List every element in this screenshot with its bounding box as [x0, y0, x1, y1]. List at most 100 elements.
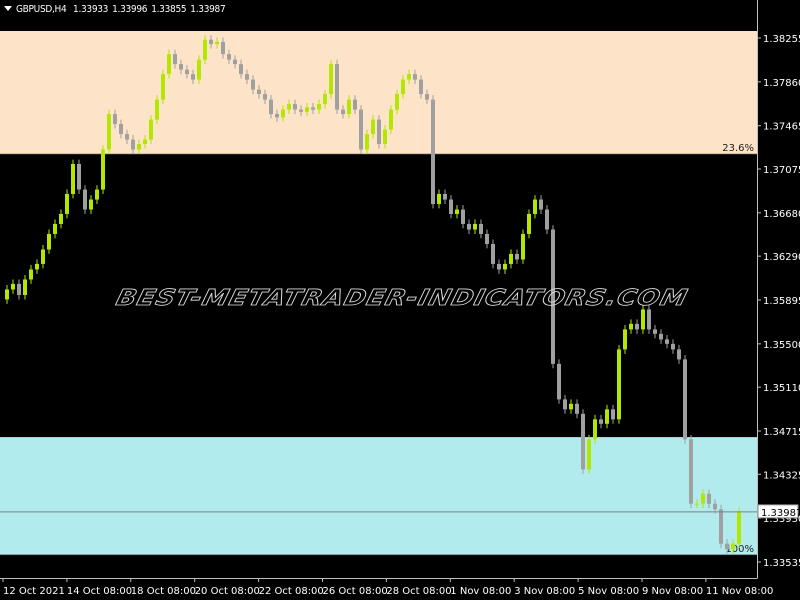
price-chart[interactable]: 23.6% 100% BEST-METATRADER-INDICATORS.COM 1…	[0, 0, 800, 600]
candle-body	[659, 333, 663, 340]
candle-body	[311, 107, 315, 110]
candle-body	[737, 511, 741, 544]
candle-body	[449, 199, 453, 214]
candle-body	[611, 409, 615, 420]
candle-body	[137, 144, 141, 150]
candle-body	[581, 413, 585, 470]
candle-body	[473, 223, 477, 230]
price-axis-label: 1.34715	[763, 427, 800, 438]
candle-body	[731, 543, 735, 550]
candle-body	[119, 124, 123, 135]
candle-body	[203, 39, 207, 60]
time-axis-label: 5 Nov 08:00	[578, 586, 639, 597]
candle-body	[683, 359, 687, 440]
candle-body	[491, 243, 495, 264]
price-axis-label: 1.35110	[763, 383, 800, 394]
candle-body	[587, 439, 591, 470]
watermark-text: BEST-METATRADER-INDICATORS.COM	[114, 284, 691, 310]
candle-body	[245, 74, 249, 80]
candle-body	[461, 209, 465, 224]
time-axis-label: 12 Oct 2021	[3, 586, 65, 597]
candle-body	[113, 114, 117, 125]
candle-body	[647, 309, 651, 330]
candle-body	[35, 263, 39, 270]
candle-body	[95, 189, 99, 200]
candle-body	[71, 164, 75, 194]
candle-body	[293, 104, 297, 110]
candle-body	[401, 79, 405, 95]
candle-body	[65, 193, 69, 214]
candle-body	[503, 263, 507, 270]
candle-body	[389, 109, 393, 130]
candle-body	[101, 149, 105, 190]
candle-body	[323, 94, 327, 105]
candle-body	[719, 509, 723, 544]
candle-body	[641, 309, 645, 330]
time-axis-label: 14 Oct 08:00	[67, 586, 132, 597]
candle-body	[275, 114, 279, 118]
candle-body	[629, 323, 633, 330]
candle-body	[425, 94, 429, 100]
candle-body	[77, 164, 81, 190]
candle-body	[371, 119, 375, 135]
candle-body	[479, 223, 483, 234]
candle-body	[383, 129, 387, 145]
candle-body	[83, 189, 87, 210]
candle-body	[443, 193, 447, 200]
candle-body	[623, 329, 627, 350]
candle-body	[569, 403, 573, 410]
time-axis-label: 9 Nov 08:00	[642, 586, 703, 597]
candle-body	[23, 279, 27, 296]
candle-body	[335, 64, 339, 110]
candle-body	[287, 104, 291, 110]
candle-body	[125, 134, 129, 140]
candle-body	[455, 209, 459, 214]
candle-body	[263, 94, 267, 100]
candle-body	[509, 253, 513, 264]
price-axis-label: 1.37860	[763, 78, 800, 89]
candle-body	[545, 209, 549, 230]
candle-body	[29, 269, 33, 280]
current-price-label: 1.33987	[761, 508, 800, 519]
candle-body	[59, 213, 63, 224]
candle-body	[485, 233, 489, 244]
price-axis-label: 1.38255	[763, 34, 800, 45]
candle-body	[467, 223, 471, 230]
candle-body	[11, 283, 15, 290]
candle-body	[521, 233, 525, 260]
candle-body	[143, 139, 147, 145]
candle-body	[353, 99, 357, 110]
time-axis-label: 22 Oct 08:00	[259, 586, 324, 597]
candle-body	[131, 139, 135, 150]
candle-body	[347, 99, 351, 115]
candle-body	[413, 74, 417, 80]
candle-body	[437, 193, 441, 204]
candle-body	[317, 104, 321, 110]
time-axis-label: 18 Oct 08:00	[131, 586, 196, 597]
candle-body	[695, 503, 699, 505]
fib-level-label: 23.6%	[722, 143, 754, 154]
candle-body	[365, 134, 369, 150]
candle-body	[89, 199, 93, 210]
fib-level-label: 100%	[725, 544, 754, 555]
price-axis-label: 1.36680	[763, 209, 800, 220]
time-axis-label: 3 Nov 08:00	[514, 586, 575, 597]
candle-body	[701, 493, 705, 504]
price-axis-label: 1.33535	[763, 558, 800, 569]
candle-body	[605, 409, 609, 424]
candle-body	[257, 89, 261, 95]
candle-body	[239, 64, 243, 75]
candle-body	[599, 419, 603, 424]
candle-body	[191, 74, 195, 80]
candle-body	[497, 263, 501, 270]
candle-body	[215, 41, 219, 45]
candle-body	[431, 99, 435, 204]
candle-body	[707, 493, 711, 504]
candle-body	[341, 109, 345, 115]
candle-body	[167, 54, 171, 75]
candle-body	[221, 41, 225, 55]
candle-body	[329, 64, 333, 95]
price-axis-label: 1.36290	[763, 252, 800, 263]
candle-body	[407, 74, 411, 80]
price-axis-label: 1.37465	[763, 122, 800, 133]
